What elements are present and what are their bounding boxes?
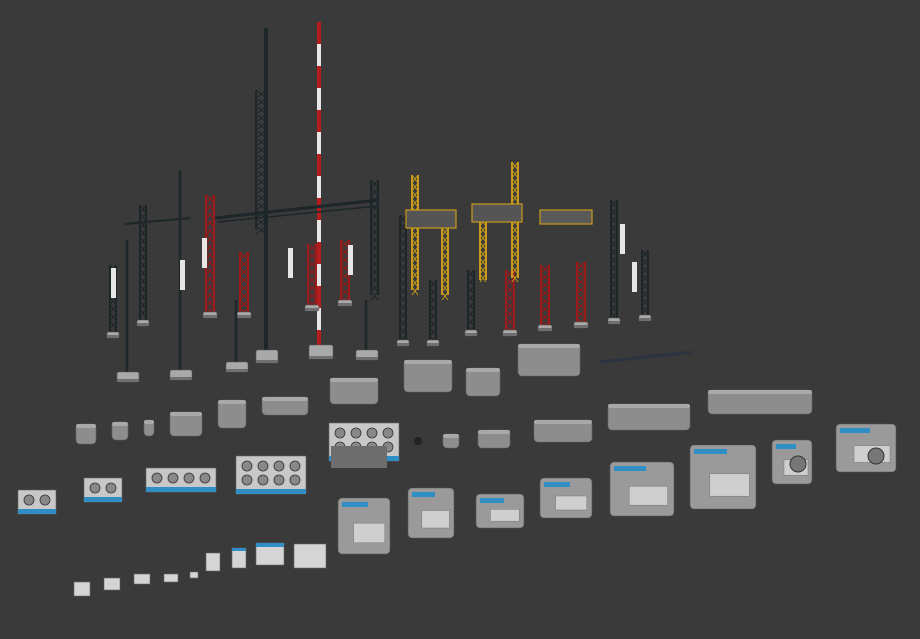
fan-icon bbox=[366, 427, 378, 439]
fan-icon bbox=[39, 494, 51, 506]
fan-icon bbox=[241, 474, 253, 486]
concrete-duct bbox=[403, 359, 453, 393]
fan-icon bbox=[183, 472, 195, 484]
yellow-platform bbox=[539, 209, 593, 225]
cable bbox=[599, 350, 693, 364]
vent-grille bbox=[490, 509, 520, 522]
small-valve bbox=[414, 437, 422, 445]
concrete-duct bbox=[517, 343, 581, 377]
antenna-towers-row bbox=[106, 22, 693, 383]
antenna-panel bbox=[632, 262, 637, 292]
yellow-platform bbox=[405, 209, 457, 229]
electrical-panel bbox=[189, 571, 199, 579]
asset-render-canvas bbox=[17, 22, 897, 597]
fan-icon bbox=[105, 482, 117, 494]
antenna-panel bbox=[288, 248, 293, 278]
electrical-panel bbox=[103, 577, 121, 591]
asset-render-scene bbox=[0, 0, 920, 639]
concrete-duct bbox=[217, 399, 247, 429]
fan-icon bbox=[199, 472, 211, 484]
vent-grille bbox=[421, 510, 450, 529]
fan-icon bbox=[273, 474, 285, 486]
small-panels-row bbox=[73, 542, 327, 597]
yellow-platform bbox=[471, 203, 523, 223]
fan-icon bbox=[289, 474, 301, 486]
electrical-panel bbox=[133, 573, 151, 585]
electrical-panel bbox=[163, 573, 179, 583]
fan-icon bbox=[23, 494, 35, 506]
fan-icon bbox=[257, 460, 269, 472]
antenna-panel bbox=[348, 245, 353, 275]
fan-icon bbox=[89, 482, 101, 494]
fan-icon bbox=[334, 427, 346, 439]
antenna-panel bbox=[180, 260, 185, 290]
fan-icon bbox=[789, 455, 807, 473]
fan-icon bbox=[382, 427, 394, 439]
vent-grille bbox=[353, 522, 386, 544]
fan-icon bbox=[289, 460, 301, 472]
concrete-ducts-row bbox=[75, 343, 813, 449]
fan-icon bbox=[241, 460, 253, 472]
antenna-panel bbox=[202, 238, 207, 268]
fan-icon bbox=[273, 460, 285, 472]
antenna-panel bbox=[620, 224, 625, 254]
electrical-panel bbox=[73, 581, 91, 597]
antenna-panel bbox=[111, 268, 116, 298]
vent-grille bbox=[709, 473, 750, 497]
fan-icon bbox=[167, 472, 179, 484]
fan-icon bbox=[867, 447, 885, 465]
unit-legs bbox=[331, 446, 387, 468]
fan-icon bbox=[350, 427, 362, 439]
vent-grille bbox=[628, 486, 668, 506]
fan-icon bbox=[151, 472, 163, 484]
concrete-duct bbox=[465, 367, 501, 397]
fan-icon bbox=[257, 474, 269, 486]
electrical-panel bbox=[293, 543, 327, 569]
electrical-panel bbox=[205, 552, 221, 572]
vent-grille bbox=[555, 495, 588, 511]
